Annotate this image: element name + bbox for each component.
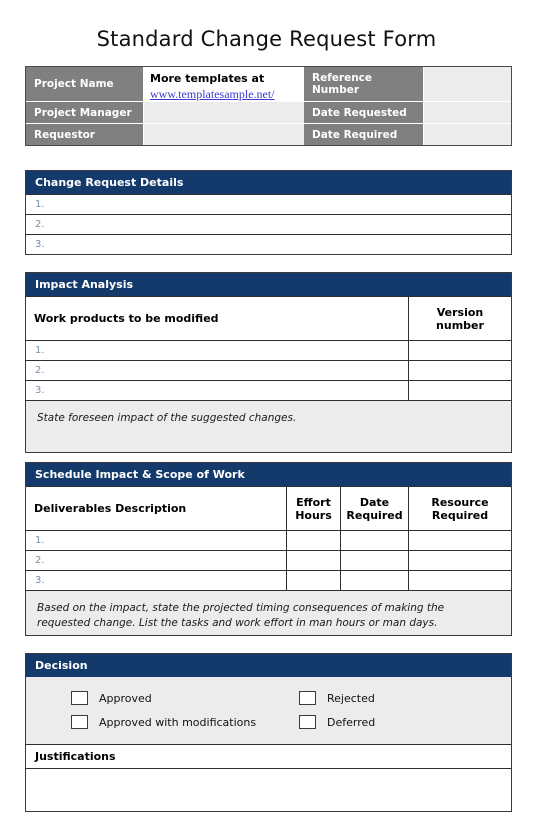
column-header-resource-required: Resource Required — [408, 487, 511, 530]
row-number: 1. — [35, 535, 45, 546]
decision-checkbox-group: Approved Rejected Approved with modifica… — [26, 677, 511, 744]
row-number: 3. — [35, 239, 45, 250]
requestor-value[interactable] — [144, 124, 304, 145]
row-number: 1. — [35, 345, 45, 356]
row-number: 2. — [35, 219, 45, 230]
list-item[interactable]: 3. — [26, 234, 511, 254]
date-required-cell[interactable] — [340, 531, 408, 550]
requestor-label: Requestor — [26, 124, 144, 145]
project-manager-value[interactable] — [144, 102, 304, 123]
schedule-impact-note[interactable]: Based on the impact, state the projected… — [26, 590, 511, 635]
change-request-form-page: Standard Change Request Form Project Nam… — [0, 0, 533, 820]
date-required-label: Date Required — [304, 124, 424, 145]
list-item[interactable]: 2. — [26, 214, 511, 234]
checkbox-approved[interactable]: Approved — [71, 691, 299, 705]
deliverable-cell[interactable]: 2. — [26, 551, 286, 570]
resource-required-cell[interactable] — [408, 571, 511, 590]
row-number: 2. — [35, 365, 45, 376]
table-row: Requestor Date Required — [26, 123, 511, 145]
list-item[interactable]: 1. — [26, 194, 511, 214]
resource-required-cell[interactable] — [408, 551, 511, 570]
effort-hours-cell[interactable] — [286, 571, 340, 590]
table-row[interactable]: 2. — [26, 550, 511, 570]
table-row[interactable]: 1. — [26, 530, 511, 550]
checkbox-label: Deferred — [327, 715, 376, 729]
change-request-details-section: Change Request Details 1. 2. 3. — [25, 170, 512, 255]
checkbox-rejected[interactable]: Rejected — [299, 691, 375, 705]
checkbox-label: Rejected — [327, 691, 375, 705]
checkbox-deferred[interactable]: Deferred — [299, 715, 375, 729]
table-row[interactable]: 1. — [26, 340, 511, 360]
checkbox-icon[interactable] — [299, 715, 316, 729]
justifications-input[interactable] — [26, 768, 511, 811]
impact-analysis-column-headers: Work products to be modified Version num… — [26, 296, 511, 340]
reference-number-value[interactable] — [424, 67, 511, 101]
resource-required-cell[interactable] — [408, 531, 511, 550]
date-required-cell[interactable] — [340, 571, 408, 590]
date-requested-value[interactable] — [424, 102, 511, 123]
effort-hours-cell[interactable] — [286, 551, 340, 570]
table-row[interactable]: 3. — [26, 380, 511, 400]
project-name-value[interactable]: More templates at www.templatesample.net… — [144, 67, 304, 101]
project-manager-label: Project Manager — [26, 102, 144, 123]
date-required-value[interactable] — [424, 124, 511, 145]
table-row: Project Manager Date Requested — [26, 101, 511, 123]
schedule-impact-section: Schedule Impact & Scope of Work Delivera… — [25, 462, 512, 636]
work-product-cell[interactable]: 2. — [26, 361, 408, 380]
table-row[interactable]: 2. — [26, 360, 511, 380]
version-number-cell[interactable] — [408, 341, 511, 360]
checkbox-label: Approved with modifications — [99, 715, 257, 729]
page-title: Standard Change Request Form — [96, 27, 437, 51]
deliverable-cell[interactable]: 3. — [26, 571, 286, 590]
column-header-version-number: Version number — [408, 297, 511, 340]
checkbox-icon[interactable] — [71, 691, 88, 705]
checkbox-approved-with-modifications[interactable]: Approved with modifications — [71, 715, 299, 729]
project-info-table: Project Name More templates at www.templ… — [25, 66, 512, 146]
impact-analysis-header: Impact Analysis — [26, 273, 511, 296]
schedule-impact-header: Schedule Impact & Scope of Work — [26, 463, 511, 486]
column-header-deliverables-description: Deliverables Description — [34, 502, 187, 515]
promo-text: More templates at — [150, 72, 265, 85]
work-product-cell[interactable]: 1. — [26, 341, 408, 360]
checkbox-icon[interactable] — [71, 715, 88, 729]
decision-row: Approved with modifications Deferred — [26, 710, 511, 734]
row-number: 3. — [35, 385, 45, 396]
deliverable-cell[interactable]: 1. — [26, 531, 286, 550]
column-header-date-required: Date Required — [340, 487, 408, 530]
date-required-cell[interactable] — [340, 551, 408, 570]
decision-row: Approved Rejected — [26, 686, 511, 710]
templates-link[interactable]: www.templatesample.net/ — [150, 88, 298, 102]
table-row: Project Name More templates at www.templ… — [26, 67, 511, 101]
column-header-work-products: Work products to be modified — [34, 312, 219, 325]
impact-analysis-section: Impact Analysis Work products to be modi… — [25, 272, 512, 453]
schedule-impact-column-headers: Deliverables Description Effort Hours Da… — [26, 486, 511, 530]
reference-number-label: Reference Number — [304, 67, 424, 101]
checkbox-icon[interactable] — [299, 691, 316, 705]
version-number-cell[interactable] — [408, 381, 511, 400]
work-product-cell[interactable]: 3. — [26, 381, 408, 400]
version-number-cell[interactable] — [408, 361, 511, 380]
project-name-label: Project Name — [26, 67, 144, 101]
justifications-header: Justifications — [26, 744, 511, 768]
row-number: 3. — [35, 575, 45, 586]
decision-section: Decision Approved Rejected Approved with… — [25, 653, 512, 812]
decision-header: Decision — [26, 654, 511, 677]
change-request-details-header: Change Request Details — [26, 171, 511, 194]
impact-analysis-note[interactable]: State foreseen impact of the suggested c… — [26, 400, 511, 452]
row-number: 1. — [35, 199, 45, 210]
table-row[interactable]: 3. — [26, 570, 511, 590]
checkbox-label: Approved — [99, 691, 152, 705]
column-header-effort-hours: Effort Hours — [286, 487, 340, 530]
row-number: 2. — [35, 555, 45, 566]
date-requested-label: Date Requested — [304, 102, 424, 123]
effort-hours-cell[interactable] — [286, 531, 340, 550]
